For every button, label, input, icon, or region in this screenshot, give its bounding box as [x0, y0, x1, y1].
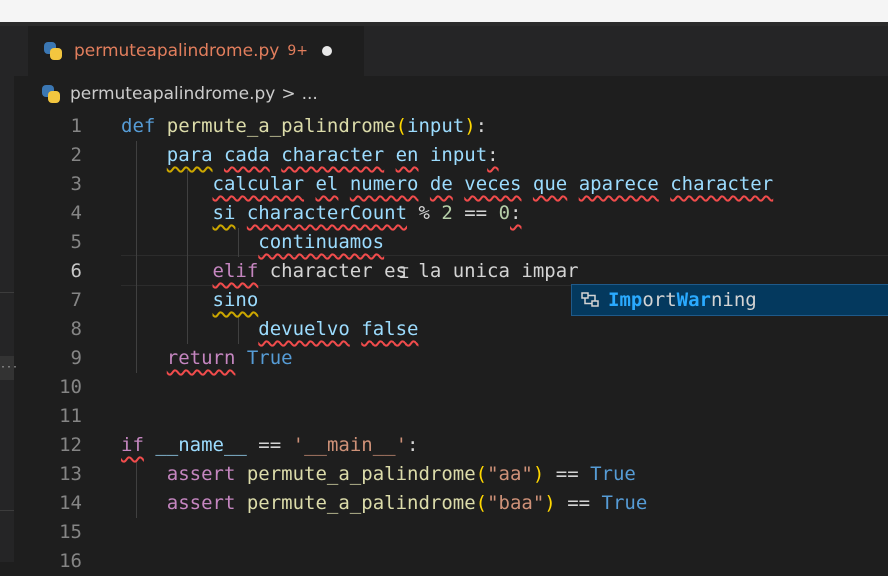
tab-permuteapalindrome[interactable]: permuteapalindrome.py 9+ [28, 26, 364, 76]
code-line: 11 [14, 402, 888, 431]
line-number: 8 [70, 318, 82, 340]
code-text: assert permute_a_palindrome("baa") == Tr… [166, 492, 648, 514]
breadcrumb: permuteapalindrome.py > ... [14, 76, 888, 112]
line-number: 3 [70, 173, 82, 195]
code-text: calcular el numero de veces que aparece … [212, 173, 774, 195]
code-editor[interactable]: 1 def permute_a_palindrome(input): 2 par… [14, 112, 888, 572]
python-icon [42, 40, 64, 62]
suggestion-label: ImportWarning [608, 289, 757, 311]
code-text: para cada character en input: [166, 144, 499, 166]
suggestion-item-importwarning[interactable]: ImportWarning [571, 284, 888, 316]
activity-bar: ··· [0, 26, 18, 562]
line-number: 15 [59, 521, 82, 543]
code-text: sino [212, 289, 259, 311]
code-line: 8 devuelvo false [14, 315, 888, 344]
code-line: 9 return True [14, 344, 888, 373]
code-text: devuelvo false [258, 318, 419, 340]
line-number: 10 [59, 376, 82, 398]
code-text: if __name__ == '__main__': [121, 434, 419, 456]
more-icon[interactable]: ··· [0, 356, 18, 380]
code-line: 6 elif character es la unica impar [14, 257, 888, 286]
code-line: 5 continuamos [14, 228, 888, 257]
breadcrumb-separator: > [281, 84, 296, 104]
code-line: 10 [14, 373, 888, 402]
line-number: 7 [70, 289, 82, 311]
code-line: 13 assert permute_a_palindrome("aa") == … [14, 460, 888, 489]
code-line: 4 si characterCount % 2 == 0: [14, 199, 888, 228]
activity-divider [0, 292, 14, 293]
problem-count-badge: 9+ [287, 43, 308, 59]
code-line: 2 para cada character en input: [14, 141, 888, 170]
code-text: def permute_a_palindrome(input): [121, 115, 488, 137]
line-number: 1 [70, 115, 82, 137]
window-top-bar [0, 0, 888, 22]
line-number: 13 [59, 463, 82, 485]
code-text: si characterCount % 2 == 0: [212, 202, 522, 224]
code-text: continuamos [258, 231, 385, 253]
code-text: assert permute_a_palindrome("aa") == Tru… [166, 463, 636, 485]
line-number: 11 [59, 405, 82, 427]
code-line: 14 assert permute_a_palindrome("baa") ==… [14, 489, 888, 518]
unsaved-dot-icon[interactable] [321, 46, 332, 56]
code-text: elif character es la unica impar [212, 260, 579, 282]
line-number: 5 [70, 231, 82, 253]
line-number: 14 [59, 492, 82, 514]
activity-divider [0, 510, 14, 511]
code-line: 1 def permute_a_palindrome(input): [14, 112, 888, 141]
breadcrumb-more[interactable]: ... [302, 84, 318, 104]
breadcrumb-file[interactable]: permuteapalindrome.py [70, 84, 275, 104]
tab-title: permuteapalindrome.py [74, 41, 280, 61]
mouse-ibeam-icon: Ɪ [400, 264, 409, 282]
line-number: 12 [59, 434, 82, 456]
python-icon [40, 83, 62, 105]
code-text: return True [166, 347, 293, 369]
code-line: 15 [14, 518, 888, 547]
line-number: 4 [70, 202, 82, 224]
class-icon [581, 292, 599, 307]
code-line: 3 calcular el numero de veces que aparec… [14, 170, 888, 199]
line-number: 2 [70, 144, 82, 166]
line-number: 9 [70, 347, 82, 369]
tab-strip: permuteapalindrome.py 9+ [14, 26, 888, 76]
line-number: 6 [70, 260, 82, 282]
code-line: 12 if __name__ == '__main__': [14, 431, 888, 460]
